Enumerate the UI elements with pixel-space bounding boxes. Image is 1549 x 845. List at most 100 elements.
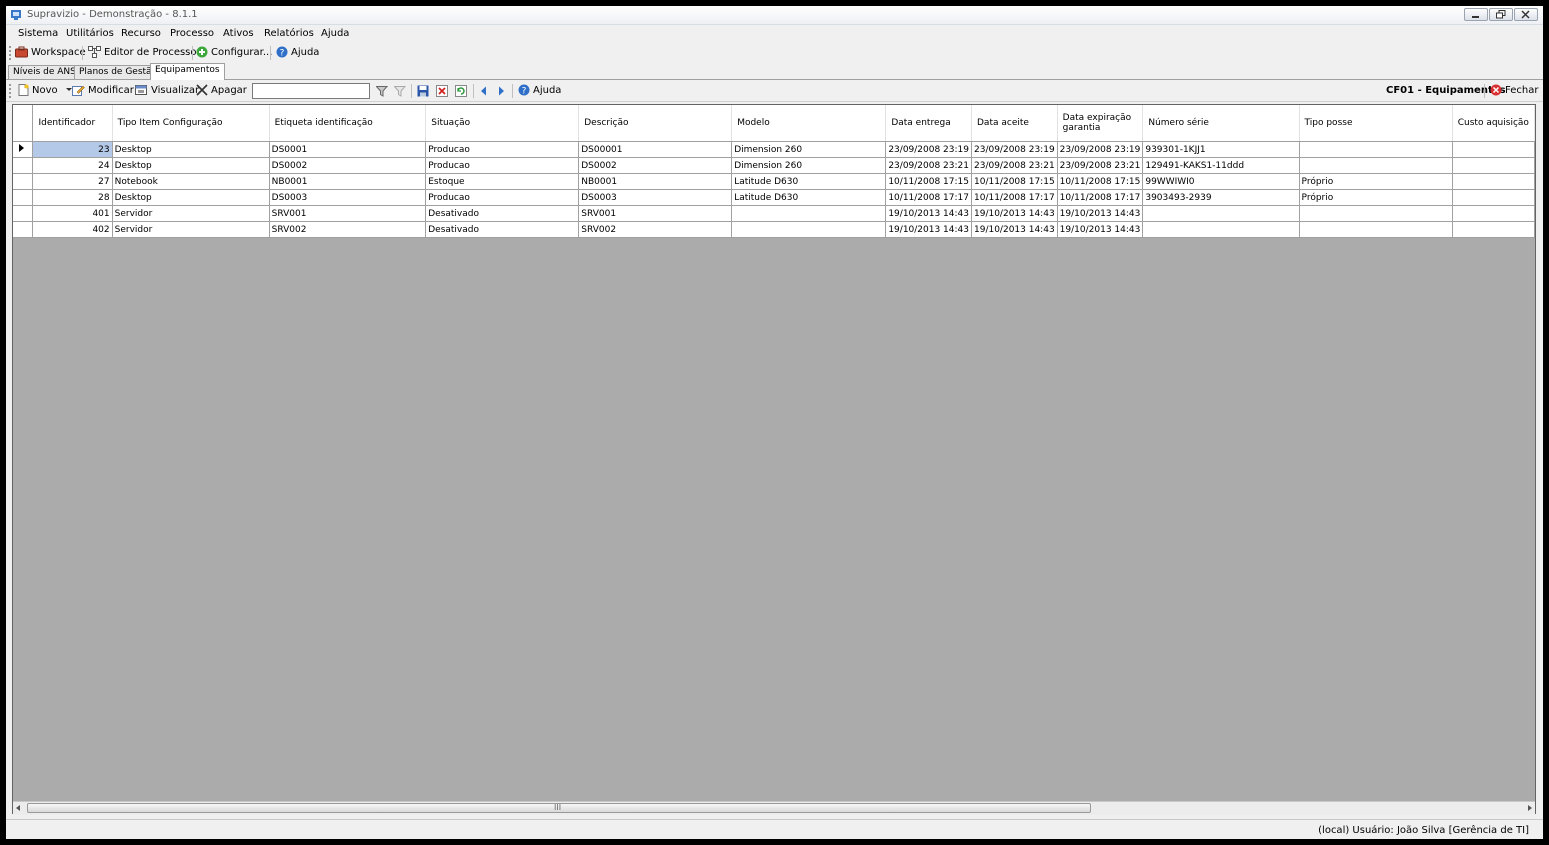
table-cell[interactable]: 3903493-2939 [1142, 189, 1300, 206]
table-cell[interactable] [1452, 141, 1535, 158]
minimize-button[interactable] [1464, 8, 1488, 21]
table-cell[interactable]: Dimension 260 [731, 157, 887, 174]
table-cell[interactable] [1452, 189, 1535, 206]
table-cell[interactable]: Próprio [1299, 173, 1453, 190]
table-row[interactable]: 401 Servidor SRV001 Desativado SRV001 19/10/2… [13, 205, 1535, 222]
delete-button[interactable]: Apagar [196, 84, 247, 96]
table-cell[interactable]: 10/11/2008 17:15 [1057, 173, 1144, 190]
table-cell[interactable]: Desktop [112, 141, 270, 158]
table-cell[interactable]: Producao [425, 141, 580, 158]
row-header[interactable] [13, 141, 34, 158]
table-cell[interactable]: 19/10/2013 14:43 [885, 205, 972, 222]
horizontal-scrollbar[interactable]: III [13, 801, 1535, 815]
table-cell[interactable]: SRV002 [578, 221, 733, 238]
column-header[interactable]: Situação [425, 105, 580, 142]
menu-ajuda[interactable]: Ajuda [321, 28, 349, 39]
table-cell[interactable]: 23/09/2008 23:19 [885, 141, 972, 158]
column-header[interactable]: Data entrega [885, 105, 972, 142]
filter-icon[interactable] [376, 86, 388, 97]
cancel-icon[interactable] [436, 85, 448, 97]
table-cell[interactable]: 10/11/2008 17:17 [885, 189, 972, 206]
row-header[interactable] [13, 189, 34, 206]
previous-icon[interactable] [480, 86, 488, 96]
table-cell[interactable]: Desktop [112, 157, 270, 174]
table-cell[interactable]: Notebook [112, 173, 270, 190]
refresh-icon[interactable] [455, 85, 467, 97]
table-cell[interactable]: NB0001 [269, 173, 427, 190]
table-row[interactable]: 23 Desktop DS0001 Producao DS00001 Dimension … [13, 141, 1535, 158]
restore-button[interactable] [1489, 8, 1513, 21]
table-cell[interactable]: 99WWIWI0 [1142, 173, 1300, 190]
row-header[interactable] [13, 157, 34, 174]
workspace-button[interactable]: Workspace [15, 46, 86, 58]
menu-recurso[interactable]: Recurso [121, 28, 161, 39]
table-cell[interactable] [1142, 221, 1300, 238]
column-header[interactable]: Número série [1142, 105, 1300, 142]
table-cell[interactable]: Producao [425, 157, 580, 174]
table-cell[interactable]: DS0002 [269, 157, 427, 174]
table-cell[interactable]: 19/10/2013 14:43 [971, 221, 1058, 238]
table-cell[interactable] [1142, 205, 1300, 222]
grid-help-button[interactable]: ? Ajuda [518, 84, 561, 96]
row-header[interactable] [13, 205, 34, 222]
column-header[interactable]: Tipo Item Configuração [112, 105, 270, 142]
table-cell[interactable]: 10/11/2008 17:15 [971, 173, 1058, 190]
scroll-right-icon[interactable] [1527, 805, 1532, 811]
table-cell[interactable] [1299, 221, 1453, 238]
table-cell[interactable] [731, 205, 887, 222]
table-cell[interactable]: Dimension 260 [731, 141, 887, 158]
scrollbar-thumb[interactable]: III [27, 803, 1091, 813]
column-header[interactable]: Identificador [32, 105, 113, 142]
table-cell[interactable]: 402 [32, 221, 113, 238]
view-button[interactable]: Visualizar [135, 84, 199, 96]
table-cell[interactable] [1299, 141, 1453, 158]
menu-utilitarios[interactable]: Utilitários [66, 28, 114, 39]
table-cell[interactable]: Estoque [425, 173, 580, 190]
table-cell[interactable]: DS0002 [578, 157, 733, 174]
table-cell[interactable]: 10/11/2008 17:17 [1057, 189, 1144, 206]
column-header[interactable]: Descrição [578, 105, 733, 142]
menu-relatorios[interactable]: Relatórios [264, 28, 314, 39]
table-cell[interactable]: 23/09/2008 23:21 [971, 157, 1058, 174]
table-cell[interactable] [731, 221, 887, 238]
new-button[interactable]: Novo [18, 84, 73, 96]
column-header[interactable]: Etiqueta identificação [269, 105, 427, 142]
close-window-button[interactable] [1514, 8, 1538, 21]
column-header[interactable]: Tipo posse [1299, 105, 1453, 142]
column-header[interactable]: Modelo [731, 105, 887, 142]
menu-ativos[interactable]: Ativos [223, 28, 254, 39]
tab-equipamentos[interactable]: Equipamentos [150, 63, 225, 80]
menu-sistema[interactable]: Sistema [18, 28, 58, 39]
table-cell[interactable]: Desktop [112, 189, 270, 206]
menu-processo[interactable]: Processo [170, 28, 214, 39]
table-cell[interactable]: SRV001 [578, 205, 733, 222]
table-cell[interactable]: 28 [32, 189, 113, 206]
table-cell[interactable] [1452, 205, 1535, 222]
process-editor-button[interactable]: Editor de Processos [88, 46, 202, 58]
scroll-left-icon[interactable] [16, 805, 21, 811]
table-cell[interactable]: 401 [32, 205, 113, 222]
table-cell[interactable]: 27 [32, 173, 113, 190]
toolbar-grip[interactable] [9, 84, 11, 98]
table-cell[interactable]: SRV001 [269, 205, 427, 222]
save-icon[interactable] [417, 85, 429, 97]
clear-filter-icon[interactable] [394, 86, 406, 97]
table-row[interactable]: 402 Servidor SRV002 Desativado SRV002 19/10/2… [13, 221, 1535, 238]
table-cell[interactable] [1452, 157, 1535, 174]
search-input[interactable] [252, 83, 370, 99]
row-header[interactable] [13, 173, 34, 190]
table-cell[interactable]: 23/09/2008 23:21 [1057, 157, 1144, 174]
table-cell[interactable]: Producao [425, 189, 580, 206]
table-cell[interactable]: DS00001 [578, 141, 733, 158]
help-button[interactable]: ? Ajuda [276, 46, 319, 58]
table-cell[interactable]: Próprio [1299, 189, 1453, 206]
table-cell[interactable]: DS0001 [269, 141, 427, 158]
table-cell[interactable]: SRV002 [269, 221, 427, 238]
table-cell[interactable]: 23 [32, 141, 113, 158]
row-header[interactable] [13, 221, 34, 238]
table-row[interactable]: 27 Notebook NB0001 Estoque NB0001 Latitude D6… [13, 173, 1535, 190]
table-cell[interactable] [1452, 221, 1535, 238]
table-cell[interactable]: 23/09/2008 23:21 [885, 157, 972, 174]
table-cell[interactable]: DS0003 [578, 189, 733, 206]
table-cell[interactable]: Servidor [112, 205, 270, 222]
